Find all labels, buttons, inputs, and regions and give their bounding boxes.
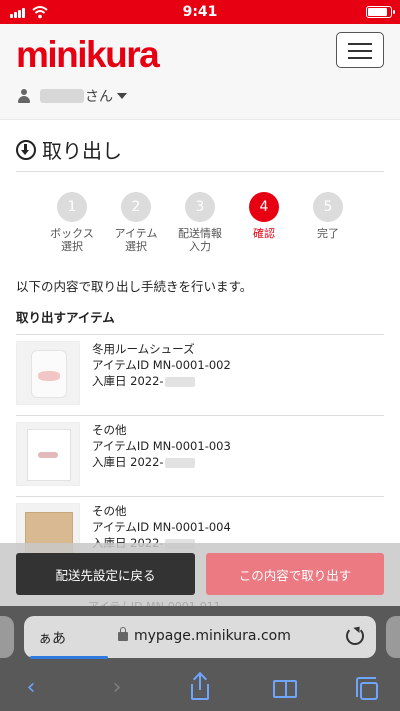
site-header: minikura さん <box>0 24 400 120</box>
safari-bottom-bar: ぁあ mypage.minikura.com ‹ › <box>0 606 400 711</box>
user-suffix: さん <box>85 89 113 105</box>
status-bar: 9:41 <box>0 0 400 24</box>
date-redacted <box>164 376 195 387</box>
reader-options-button[interactable]: ぁあ <box>38 628 66 648</box>
divider <box>16 496 384 497</box>
caret-down-icon <box>117 93 127 99</box>
item-id: アイテムID MN-0001-002 <box>92 358 231 372</box>
page-title: 取り出し <box>42 139 122 163</box>
previous-tab-peek[interactable] <box>0 616 14 658</box>
step-indicator: 1 ボックス 選択 2 アイテム 選択 3 配送情報 入力 4 確認 5 完了 <box>40 192 360 262</box>
minikura-logo[interactable]: minikura <box>16 34 160 76</box>
user-menu-dropdown[interactable]: さん <box>18 86 127 106</box>
item-name: その他 <box>92 423 127 437</box>
back-to-shipping-button[interactable]: 配送先設定に戻る <box>16 553 195 595</box>
step-5: 5 完了 <box>296 192 360 240</box>
divider <box>16 334 384 335</box>
list-item: 冬用ルームシューズ アイテムID MN-0001-002 入庫日 2022- <box>16 341 384 421</box>
item-name: その他 <box>92 504 127 518</box>
lock-icon <box>118 627 128 641</box>
hamburger-icon <box>348 43 372 45</box>
safari-toolbar: ‹ › <box>0 670 400 711</box>
item-thumbnail <box>16 341 80 405</box>
intro-text: 以下の内容で取り出し手続きを行います。 <box>16 279 253 294</box>
page-load-progress <box>30 656 108 659</box>
step-number: 5 <box>313 192 343 222</box>
user-icon <box>18 89 30 103</box>
step-label: ボックス 選択 <box>50 227 94 253</box>
step-label: アイテム 選択 <box>114 227 158 253</box>
step-number: 4 <box>249 192 279 222</box>
item-date: 入庫日 2022- <box>92 374 164 388</box>
divider <box>16 415 384 416</box>
item-thumbnail <box>16 422 80 486</box>
step-3: 3 配送情報 入力 <box>168 192 232 253</box>
item-id: アイテムID MN-0001-003 <box>92 439 231 453</box>
step-label: 配送情報 入力 <box>178 227 222 253</box>
back-arrow-icon[interactable]: ‹ <box>16 674 46 702</box>
step-number: 1 <box>57 192 87 222</box>
step-number: 2 <box>121 192 151 222</box>
step-label: 確認 <box>253 227 275 240</box>
user-name-redacted <box>40 89 84 103</box>
step-number: 3 <box>185 192 215 222</box>
step-label: 完了 <box>317 227 339 240</box>
list-item: その他 アイテムID MN-0001-003 入庫日 2022- <box>16 422 384 502</box>
page-title-row: 取り出し <box>16 134 384 172</box>
item-date: 入庫日 2022- <box>92 455 164 469</box>
bookmarks-icon[interactable] <box>270 674 300 702</box>
action-bar: 配送先設定に戻る この内容で取り出す <box>0 543 400 606</box>
battery-icon <box>366 6 395 18</box>
section-title: 取り出すアイテム <box>16 310 115 325</box>
step-1: 1 ボックス 選択 <box>40 192 104 253</box>
item-id: アイテムID MN-0001-004 <box>92 520 231 534</box>
forward-arrow-icon[interactable]: › <box>102 674 132 702</box>
download-circle-icon <box>16 139 36 160</box>
step-4: 4 確認 <box>232 192 296 240</box>
address-bar[interactable]: ぁあ mypage.minikura.com <box>24 616 376 658</box>
step-2: 2 アイテム 選択 <box>104 192 168 253</box>
next-tab-peek[interactable] <box>386 616 400 658</box>
share-icon[interactable] <box>185 671 215 702</box>
tabs-icon[interactable] <box>354 674 384 702</box>
url-text[interactable]: mypage.minikura.com <box>134 628 291 644</box>
date-redacted <box>164 457 195 468</box>
status-time: 9:41 <box>182 4 218 20</box>
confirm-retrieve-button[interactable]: この内容で取り出す <box>206 553 384 595</box>
hamburger-menu-button[interactable] <box>336 32 384 68</box>
reload-icon[interactable] <box>346 627 364 645</box>
item-name: 冬用ルームシューズ <box>92 342 195 356</box>
